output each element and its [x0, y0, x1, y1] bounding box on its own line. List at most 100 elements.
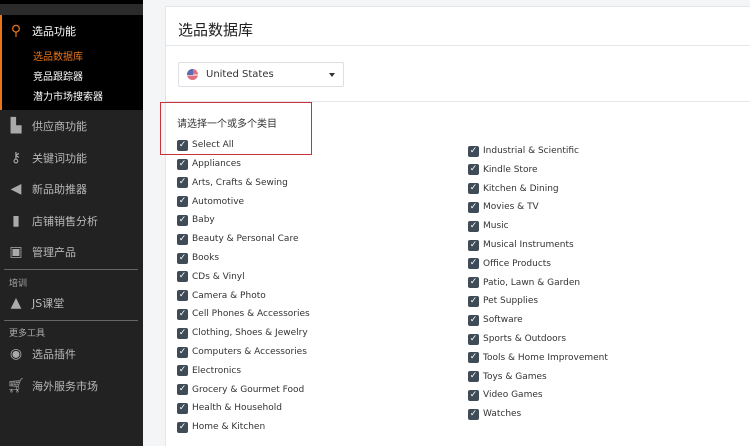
category-checkbox[interactable]: ✓ Sports & Outdoors [468, 332, 566, 346]
category-checkbox[interactable]: ✓ Arts, Crafts & Sewing [177, 176, 288, 190]
category-checkbox[interactable]: ✓ Kitchen & Dining [468, 182, 559, 196]
check-icon: ✓ [468, 389, 479, 401]
sidebar-item-product-selection[interactable]: ⚲ 选品功能 [0, 17, 143, 45]
check-icon: ✓ [468, 352, 479, 364]
check-icon: ✓ [177, 271, 188, 283]
check-icon: ✓ [177, 384, 188, 396]
sidebar-item-extension[interactable]: ◉ 选品插件 [0, 340, 143, 368]
sidebar-item-manage-products[interactable]: ▣ 管理产品 [0, 238, 143, 266]
check-icon: ✓ [177, 214, 188, 226]
category-checkbox[interactable]: ✓ Kindle Store [468, 163, 538, 177]
check-icon: ✓ [468, 145, 479, 157]
label: Arts, Crafts & Sewing [192, 177, 288, 188]
category-checkbox[interactable]: ✓ Computers & Accessories [177, 345, 307, 359]
category-checkbox[interactable]: ✓ Industrial & Scientific [468, 144, 579, 158]
category-checkbox[interactable]: ✓ CDs & Vinyl [177, 270, 245, 284]
sidebar-item-service-market[interactable]: 🛒︎ 海外服务市场 [0, 372, 143, 400]
label: Watches [483, 409, 522, 420]
label: Grocery & Gourmet Food [192, 384, 305, 395]
label: Automotive [192, 196, 245, 207]
check-icon: ✓ [177, 158, 188, 170]
label: JS课堂 [32, 297, 65, 310]
check-icon: ✓ [177, 308, 188, 320]
label: Baby [192, 215, 215, 226]
cart-icon: 🛒︎ [7, 378, 25, 394]
label: Software [483, 315, 523, 326]
label: Patio, Lawn & Garden [483, 277, 581, 288]
sidebar: ⚲ 选品功能 选品数据库 竞品跟踪器 潜力市场搜索器 ▙ 供应商功能 ⚷ 关键词功能 … [0, 0, 143, 446]
main-panel: 选品数据库 United States [165, 6, 750, 446]
check-icon: ✓ [177, 402, 188, 414]
check-icon: ✓ [468, 164, 479, 176]
sidebar-item-js-class[interactable]: ▲ JS课堂 [0, 289, 143, 317]
category-checkbox[interactable]: ✓ Grocery & Gourmet Food [177, 383, 304, 397]
label: Beauty & Personal Care [192, 234, 299, 245]
label: 海外服务市场 [32, 380, 98, 393]
label: 供应商功能 [32, 120, 87, 133]
check-icon: ✓ [468, 408, 479, 420]
label: 选品插件 [32, 348, 76, 361]
category-checkbox[interactable]: ✓ Musical Instruments [468, 238, 574, 252]
sidebar-item-launch[interactable]: ◀ 新品助推器 [0, 175, 143, 203]
category-checkbox[interactable]: ✓ Watches [468, 407, 521, 421]
label: Video Games [483, 390, 543, 401]
graduation-cap-icon: ▲ [10, 295, 22, 311]
category-checkbox[interactable]: ✓ Baby [177, 213, 215, 227]
bar-chart-icon: ▮ [12, 213, 20, 229]
category-checkbox[interactable]: ✓ Beauty & Personal Care [177, 232, 298, 246]
sidebar-item-sales-analysis[interactable]: ▮ 店铺销售分析 [0, 207, 143, 235]
category-checkbox[interactable]: ✓ Clothing, Shoes & Jewelry [177, 326, 308, 340]
section-training: 培训 [9, 279, 28, 289]
check-icon: ✓ [177, 365, 188, 377]
marketplace-select[interactable]: United States [178, 62, 344, 87]
label: Industrial & Scientific [483, 146, 579, 156]
category-checkbox[interactable]: ✓ Software [468, 313, 523, 327]
sidebar-sub-market-finder[interactable]: 潜力市场搜索器 [33, 88, 103, 103]
category-checkbox[interactable]: ✓ Tools & Home Improvement [468, 351, 608, 365]
label: Electronics [192, 365, 242, 376]
divider [166, 45, 750, 46]
check-icon: ✓ [468, 201, 479, 213]
category-checkbox[interactable]: ✓ Electronics [177, 364, 241, 378]
category-checkbox[interactable]: ✓ Video Games [468, 388, 543, 402]
label: Select All [192, 140, 234, 150]
check-icon: ✓ [468, 371, 479, 383]
label: Health & Household [192, 403, 282, 414]
check-icon: ✓ [468, 258, 479, 270]
label: Kindle Store [483, 164, 538, 175]
category-checkbox[interactable]: ✓ Music [468, 219, 509, 233]
check-icon: ✓ [177, 233, 188, 245]
sidebar-top [0, 0, 143, 15]
label: Movies & TV [483, 202, 539, 213]
sidebar-item-keyword[interactable]: ⚷ 关键词功能 [0, 144, 143, 172]
label: 关键词功能 [32, 152, 87, 165]
label: 店铺销售分析 [32, 215, 98, 228]
check-icon: ✓ [177, 196, 188, 208]
us-flag-icon [187, 69, 198, 80]
category-checkbox[interactable]: ✓ Toys & Games [468, 370, 547, 384]
category-checkbox[interactable]: ✓ Camera & Photo [177, 289, 266, 303]
category-checkbox[interactable]: ✓ Pet Supplies [468, 294, 538, 308]
label: Home & Kitchen [192, 422, 266, 433]
sidebar-sub-competitor-tracker[interactable]: 竞品跟踪器 [33, 68, 83, 83]
check-icon: ✓ [468, 333, 479, 345]
category-checkbox[interactable]: ✓ Home & Kitchen [177, 420, 265, 434]
category-checkbox[interactable]: ✓ Office Products [468, 257, 551, 271]
label: Music [483, 221, 509, 232]
label: Computers & Accessories [192, 347, 307, 357]
category-checkbox[interactable]: ✓ Health & Household [177, 401, 282, 415]
sidebar-sub-product-database[interactable]: 选品数据库 [33, 48, 83, 63]
sidebar-item-supplier[interactable]: ▙ 供应商功能 [0, 112, 143, 140]
label: Tools & Home Improvement [483, 352, 608, 363]
category-checkbox[interactable]: ✓ Cell Phones & Accessories [177, 307, 310, 321]
category-checkbox[interactable]: ✓ Automotive [177, 195, 244, 209]
category-checkbox[interactable]: ✓ Books [177, 251, 219, 265]
select-all-checkbox[interactable]: ✓ Select All [177, 138, 234, 152]
section-more-tools: 更多工具 [9, 329, 46, 339]
category-checkbox[interactable]: ✓ Patio, Lawn & Garden [468, 276, 580, 290]
category-checkbox[interactable]: ✓ Appliances [177, 157, 241, 171]
label: Clothing, Shoes & Jewelry [192, 328, 308, 339]
label: Sports & Outdoors [483, 334, 567, 344]
category-checkbox[interactable]: ✓ Movies & TV [468, 200, 539, 214]
megaphone-icon: ◀ [10, 181, 22, 197]
